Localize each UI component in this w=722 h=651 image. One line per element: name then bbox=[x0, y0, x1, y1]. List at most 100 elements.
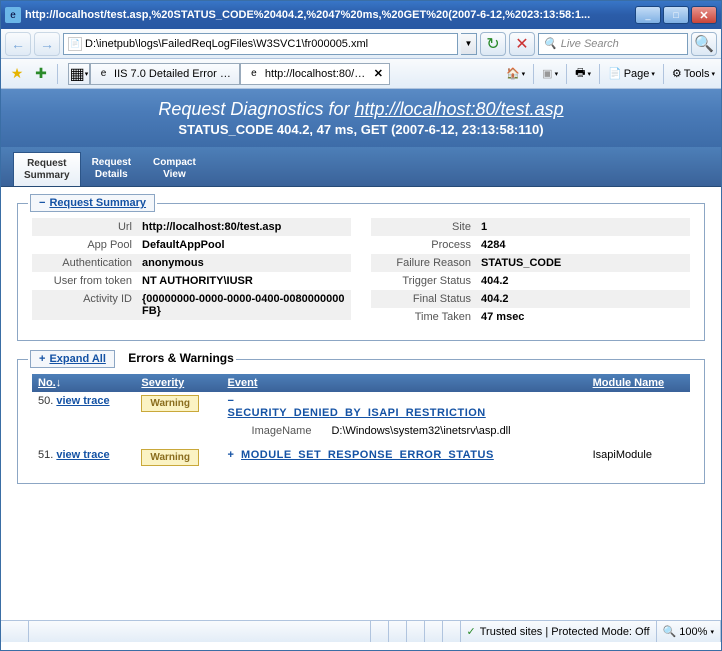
page-menu[interactable]: 📄Page▾ bbox=[608, 67, 655, 80]
tools-menu[interactable]: ⚙Tools▾ bbox=[672, 67, 715, 80]
event-link[interactable]: SECURITY_DENIED_BY_ISAPI_RESTRICTION bbox=[228, 407, 486, 419]
collapse-event-icon[interactable]: − bbox=[228, 395, 234, 407]
label-failure-reason: Failure Reason bbox=[371, 257, 481, 269]
ie-page-icon: e bbox=[247, 67, 261, 81]
minimize-button[interactable]: _ bbox=[635, 6, 661, 24]
browser-toolbar: ★ ✚ ▦▾ e IIS 7.0 Detailed Error - 4... e… bbox=[1, 59, 721, 89]
col-no[interactable]: No.↓ bbox=[32, 374, 135, 392]
tab-request-details[interactable]: RequestDetails bbox=[81, 151, 142, 186]
security-text: Trusted sites | Protected Mode: Off bbox=[480, 626, 650, 638]
forward-button[interactable]: → bbox=[34, 32, 60, 56]
col-module[interactable]: Module Name bbox=[587, 374, 690, 392]
request-summary-link[interactable]: Request Summary bbox=[49, 197, 146, 209]
value-user: NT AUTHORITY\IUSR bbox=[142, 275, 351, 287]
value-time-taken: 47 msec bbox=[481, 311, 690, 323]
table-row: 50. view trace Warning − SECURITY_DENIED… bbox=[32, 392, 690, 446]
label-auth: Authentication bbox=[32, 257, 142, 269]
browser-tab-localhost[interactable]: e http://localhost:80/t... ✕ bbox=[240, 63, 390, 85]
separator bbox=[599, 64, 600, 84]
minus-icon: − bbox=[39, 197, 45, 209]
expand-all-link[interactable]: Expand All bbox=[49, 353, 105, 365]
label-final-status: Final Status bbox=[371, 293, 481, 305]
diag-header: Request Diagnostics for http://localhost… bbox=[1, 89, 721, 147]
tab-close-icon[interactable]: ✕ bbox=[374, 67, 383, 80]
browser-tab-iis-error[interactable]: e IIS 7.0 Detailed Error - 4... bbox=[90, 63, 240, 85]
refresh-button[interactable]: ↻ bbox=[480, 32, 506, 56]
event-link[interactable]: MODULE_SET_RESPONSE_ERROR_STATUS bbox=[241, 449, 494, 461]
col-evt-link[interactable]: Event bbox=[228, 377, 258, 389]
page-subtitle: STATUS_CODE 404.2, 47 ms, GET (2007-6-12… bbox=[17, 122, 705, 137]
page-title: Request Diagnostics for http://localhost… bbox=[17, 99, 705, 120]
request-url-link[interactable]: http://localhost:80/test.asp bbox=[354, 99, 563, 119]
tab-label: http://localhost:80/t... bbox=[265, 68, 366, 80]
value-process: 4284 bbox=[481, 239, 690, 251]
tab-request-summary[interactable]: RequestSummary bbox=[13, 152, 81, 186]
value-failure-reason: STATUS_CODE bbox=[481, 257, 690, 269]
ie-favicon-icon: e bbox=[5, 7, 21, 23]
errors-legend-group: +Expand All Errors & Warnings bbox=[28, 349, 236, 368]
label-activity: Activity ID bbox=[32, 293, 142, 317]
stop-icon: ✕ bbox=[515, 34, 528, 54]
tab-compact-view[interactable]: CompactView bbox=[142, 151, 207, 186]
address-bar[interactable]: 📄 bbox=[63, 33, 458, 55]
print-button[interactable]: 🖶▾ bbox=[575, 64, 591, 83]
ie-page-icon: e bbox=[97, 67, 110, 81]
diag-tabs: RequestSummary RequestDetails CompactVie… bbox=[1, 147, 721, 187]
col-event[interactable]: Event bbox=[222, 374, 587, 392]
row-no: 50. bbox=[38, 395, 53, 407]
collapse-summary-button[interactable]: −Request Summary bbox=[30, 194, 155, 212]
window-titlebar: e http://localhost/test.asp,%20STATUS_CO… bbox=[1, 1, 721, 29]
favorites-icon[interactable]: ★ bbox=[7, 64, 27, 84]
add-favorite-icon[interactable]: ✚ bbox=[31, 64, 51, 84]
search-icon: 🔍 bbox=[543, 37, 557, 50]
address-dropdown[interactable]: ▼ bbox=[461, 33, 477, 55]
maximize-button[interactable]: □ bbox=[663, 6, 689, 24]
status-cell bbox=[371, 621, 389, 642]
gear-icon: ⚙ bbox=[672, 67, 682, 80]
errors-table: No.↓ Severity Event Module Name 50. view… bbox=[32, 374, 690, 469]
page-title-prefix: Request Diagnostics for bbox=[158, 99, 354, 119]
row-no: 51. bbox=[38, 449, 53, 461]
tab-label: IIS 7.0 Detailed Error - 4... bbox=[114, 68, 233, 80]
view-trace-link[interactable]: view trace bbox=[56, 395, 109, 407]
request-summary-section: −Request Summary Urlhttp://localhost:80/… bbox=[17, 203, 705, 341]
col-mod-link[interactable]: Module Name bbox=[593, 377, 665, 389]
zoom-control[interactable]: 🔍 100% ▾ bbox=[657, 621, 721, 642]
refresh-icon: ↻ bbox=[486, 34, 499, 54]
severity-badge: Warning bbox=[141, 449, 199, 466]
label-url: Url bbox=[32, 221, 142, 233]
severity-badge: Warning bbox=[141, 395, 199, 412]
search-box[interactable]: 🔍 Live Search bbox=[538, 33, 688, 55]
security-status[interactable]: ✓Trusted sites | Protected Mode: Off bbox=[461, 621, 657, 642]
feeds-button[interactable]: ▣▾ bbox=[542, 67, 558, 80]
window-title: http://localhost/test.asp,%20STATUS_CODE… bbox=[25, 9, 633, 21]
address-input[interactable] bbox=[85, 38, 453, 50]
quick-tabs-button[interactable]: ▦▾ bbox=[68, 63, 90, 85]
label-apppool: App Pool bbox=[32, 239, 142, 251]
print-icon: 🖶 bbox=[575, 64, 585, 83]
stop-button[interactable]: ✕ bbox=[509, 32, 535, 56]
toolbar-right: 🏠▾ ▣▾ 🖶▾ 📄Page▾ ⚙Tools▾ bbox=[506, 64, 715, 84]
close-button[interactable]: ✕ bbox=[691, 6, 717, 24]
label-process: Process bbox=[371, 239, 481, 251]
view-trace-link[interactable]: view trace bbox=[56, 449, 109, 461]
zoom-icon: 🔍 bbox=[663, 625, 677, 638]
page-icon: 📄 bbox=[608, 67, 622, 80]
status-cell bbox=[407, 621, 425, 642]
detail-key: ImageName bbox=[252, 425, 312, 437]
home-button[interactable]: 🏠▾ bbox=[506, 67, 525, 80]
errors-section: +Expand All Errors & Warnings No.↓ Sever… bbox=[17, 359, 705, 484]
status-bar: ✓Trusted sites | Protected Mode: Off 🔍 1… bbox=[1, 620, 721, 642]
search-go-button[interactable]: 🔍 bbox=[691, 32, 717, 56]
back-button[interactable]: ← bbox=[5, 32, 31, 56]
table-row: 51. view trace Warning + MODULE_SET_RESP… bbox=[32, 446, 690, 469]
status-cell bbox=[443, 621, 461, 642]
col-sev-link[interactable]: Severity bbox=[141, 377, 184, 389]
search-go-icon: 🔍 bbox=[694, 34, 714, 54]
value-final-status: 404.2 bbox=[481, 293, 690, 305]
col-severity[interactable]: Severity bbox=[135, 374, 221, 392]
search-placeholder: Live Search bbox=[561, 38, 619, 50]
col-no-link[interactable]: No. bbox=[38, 377, 56, 389]
expand-all-button[interactable]: +Expand All bbox=[30, 350, 115, 368]
expand-event-icon[interactable]: + bbox=[228, 449, 234, 461]
